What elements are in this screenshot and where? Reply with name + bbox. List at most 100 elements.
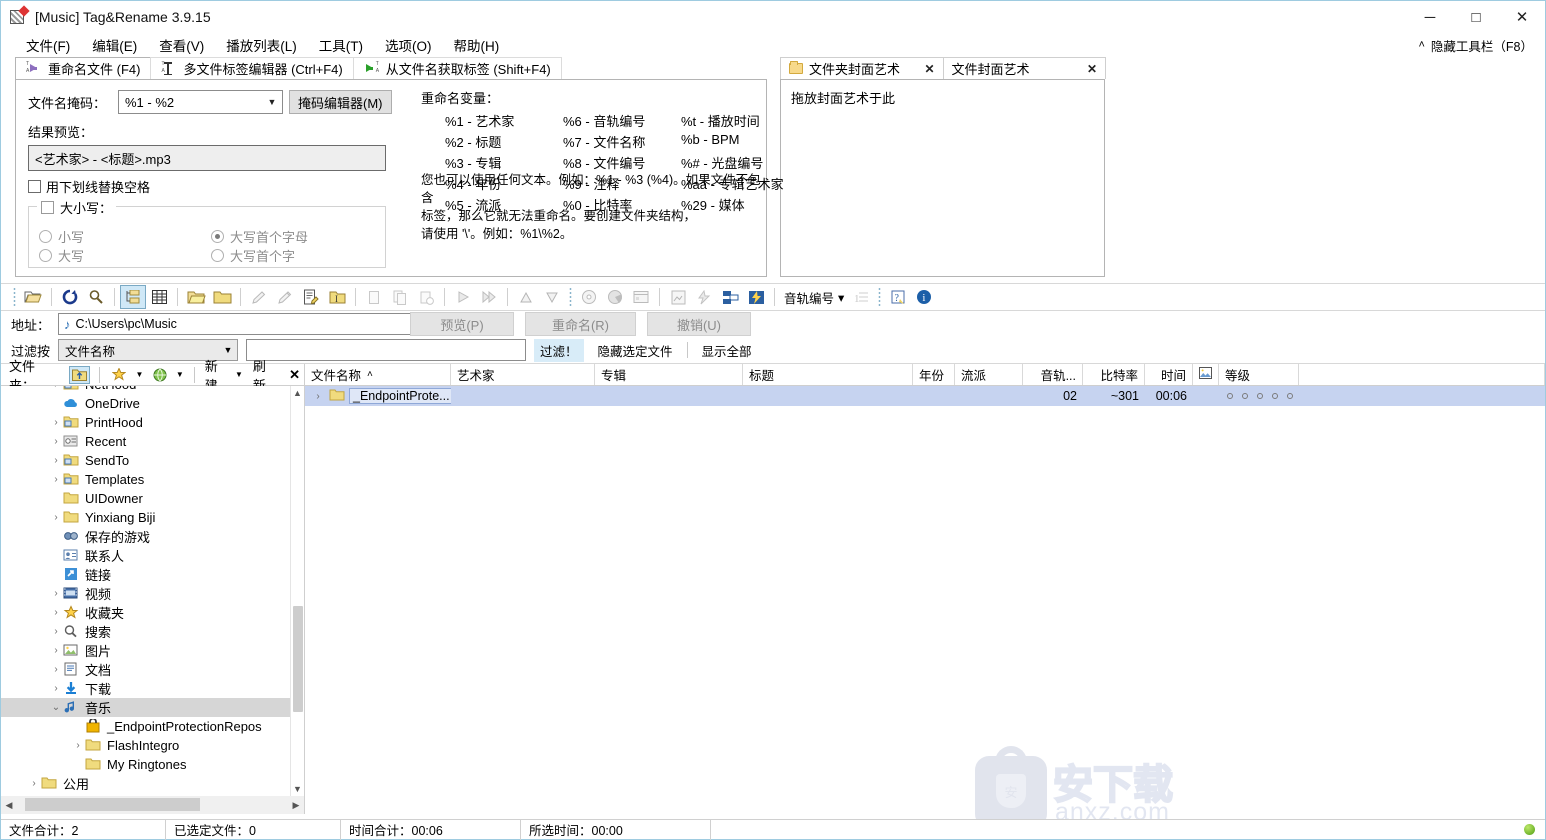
organize-icon[interactable] [717, 285, 743, 309]
rating-star[interactable] [1227, 393, 1233, 399]
case-option-uppercase[interactable]: 大写 [39, 246, 84, 265]
tree-expander[interactable]: › [49, 436, 63, 447]
menu-file[interactable]: 文件(F) [15, 33, 81, 57]
close-tree-button[interactable]: ✕ [289, 367, 300, 383]
tree-item-11[interactable]: › 视频 [1, 584, 304, 603]
maximize-button[interactable]: □ [1453, 1, 1499, 33]
row-expander[interactable]: › [311, 391, 325, 402]
menu-options[interactable]: 选项(O) [374, 33, 443, 57]
tree-item-2[interactable]: › PrintHood [1, 413, 304, 432]
refresh-icon[interactable] [57, 285, 83, 309]
star-dropdown-caret[interactable]: ▼ [135, 370, 143, 379]
toolbar-grip[interactable] [13, 287, 16, 307]
tree-expander[interactable]: › [49, 417, 63, 428]
tree-item-21[interactable]: › 公用 [1, 774, 304, 793]
menu-view[interactable]: 查看(V) [148, 33, 215, 57]
tree-item-5[interactable]: › Templates [1, 470, 304, 489]
rename-button[interactable]: 重命名(R) [525, 312, 636, 336]
scroll-right-icon[interactable]: ▶ [288, 800, 304, 811]
file-list-body[interactable]: › _EndpointProte... 02 ~301 00:06 [305, 386, 1545, 406]
play-icon[interactable] [450, 285, 476, 309]
scroll-up-icon[interactable]: ▲ [291, 386, 304, 400]
rating-star[interactable] [1272, 393, 1278, 399]
export-icon[interactable] [665, 285, 691, 309]
tree-item-3[interactable]: › Recent [1, 432, 304, 451]
tree-item-19[interactable]: › FlashIntegro [1, 736, 304, 755]
tree-horizontal-scrollbar[interactable]: ◀ ▶ [1, 796, 304, 814]
tree-expander[interactable]: ⌄ [49, 702, 63, 713]
column-header-1[interactable]: 艺术家 [451, 364, 595, 385]
preview-button[interactable]: 预览(P) [410, 312, 514, 336]
case-group-legend[interactable]: 大小写： [37, 198, 117, 217]
track-number-dropdown[interactable]: 音轨编号 ▾ [780, 288, 848, 307]
rating-star[interactable] [1242, 393, 1248, 399]
mask-editor-button[interactable]: 掩码编辑器(M) [289, 90, 392, 114]
column-header-6[interactable]: 音轨... [1023, 364, 1083, 385]
row-name[interactable]: _EndpointProte... [349, 388, 451, 404]
chevron-down-icon[interactable]: ▼ [262, 91, 282, 113]
tree-expander[interactable]: › [49, 645, 63, 656]
star-icon[interactable] [109, 366, 129, 384]
copy-multi-icon[interactable] [387, 285, 413, 309]
tab-multi-tag-editor[interactable]: T A 多文件标签编辑器 (Ctrl+F4) [150, 57, 354, 79]
copy-icon[interactable] [361, 285, 387, 309]
toolbar-grip-2[interactable] [569, 287, 572, 307]
menu-playlist[interactable]: 播放列表(L) [215, 33, 308, 57]
folder-open-icon[interactable] [183, 285, 209, 309]
tree-expander[interactable]: › [49, 474, 63, 485]
mask-combobox[interactable]: %1 - %2 ▼ [118, 90, 283, 114]
scroll-thumb[interactable] [293, 606, 303, 712]
tag-edit2-icon[interactable] [272, 285, 298, 309]
table-row[interactable]: › _EndpointProte... 02 ~301 00:06 [305, 386, 1545, 406]
rating-stars[interactable] [1219, 393, 1293, 399]
folder-up-icon[interactable] [69, 365, 91, 384]
case-option-lowercase[interactable]: 小写 [39, 227, 84, 246]
chevron-down-icon[interactable]: ▼ [219, 345, 237, 355]
tab-rename-file[interactable]: T A 重命名文件 (F4) [15, 57, 152, 79]
folder-icon[interactable] [209, 285, 235, 309]
radio-lowercase[interactable] [39, 230, 52, 243]
filter-apply-button[interactable]: 过滤！ [534, 338, 584, 362]
list-view-icon[interactable] [146, 285, 172, 309]
case-option-first-word[interactable]: 大写首个字 [211, 246, 295, 265]
column-header-5[interactable]: 流派 [955, 364, 1023, 385]
paste-tags-icon[interactable] [413, 285, 439, 309]
tree-view-icon[interactable] [120, 285, 146, 309]
tree-item-1[interactable]: OneDrive [1, 394, 304, 413]
tree-item-10[interactable]: 链接 [1, 565, 304, 584]
move-up-icon[interactable] [513, 285, 539, 309]
case-enable-checkbox[interactable] [41, 201, 54, 214]
tree-expander[interactable]: › [49, 683, 63, 694]
tree-item-13[interactable]: › 搜索 [1, 622, 304, 641]
tree-item-16[interactable]: › 下载 [1, 679, 304, 698]
play-next-icon[interactable] [476, 285, 502, 309]
toolbar-grip-3[interactable] [878, 287, 882, 307]
new-dropdown-caret[interactable]: ▼ [235, 370, 243, 379]
filter-input[interactable] [246, 339, 527, 361]
tree-expander[interactable]: › [27, 778, 41, 789]
tree-item-12[interactable]: › 收藏夹 [1, 603, 304, 622]
menu-edit[interactable]: 编辑(E) [81, 33, 148, 57]
scroll-down-icon[interactable]: ▼ [291, 782, 304, 796]
tree-item-18[interactable]: _EndpointProtectionRepos [1, 717, 304, 736]
edit-note-icon[interactable] [298, 285, 324, 309]
minimize-button[interactable]: ─ [1407, 1, 1453, 33]
column-header-4[interactable]: 年份 [913, 364, 955, 385]
scroll-left-icon[interactable]: ◀ [1, 800, 17, 811]
tab-file-cover-art[interactable]: 文件封面艺术 ✕ [942, 57, 1106, 79]
globe-dropdown-caret[interactable]: ▼ [176, 370, 184, 379]
tag-edit-icon[interactable] [246, 285, 272, 309]
tree-expander[interactable]: › [49, 455, 63, 466]
underscore-checkbox[interactable] [28, 180, 41, 193]
hide-selected-button[interactable]: 隐藏选定文件 [592, 339, 679, 362]
hscroll-track[interactable] [17, 796, 288, 814]
tree-item-9[interactable]: 联系人 [1, 546, 304, 565]
tree-item-20[interactable]: My Ringtones [1, 755, 304, 774]
numbering-icon[interactable]: 1 [848, 285, 874, 309]
quick-tag-icon[interactable] [691, 285, 717, 309]
tree-expander[interactable]: › [49, 588, 63, 599]
close-icon[interactable]: ✕ [1087, 62, 1097, 76]
cd-icon[interactable] [576, 285, 602, 309]
search-icon[interactable] [83, 285, 109, 309]
tree-expander[interactable]: › [71, 740, 85, 751]
